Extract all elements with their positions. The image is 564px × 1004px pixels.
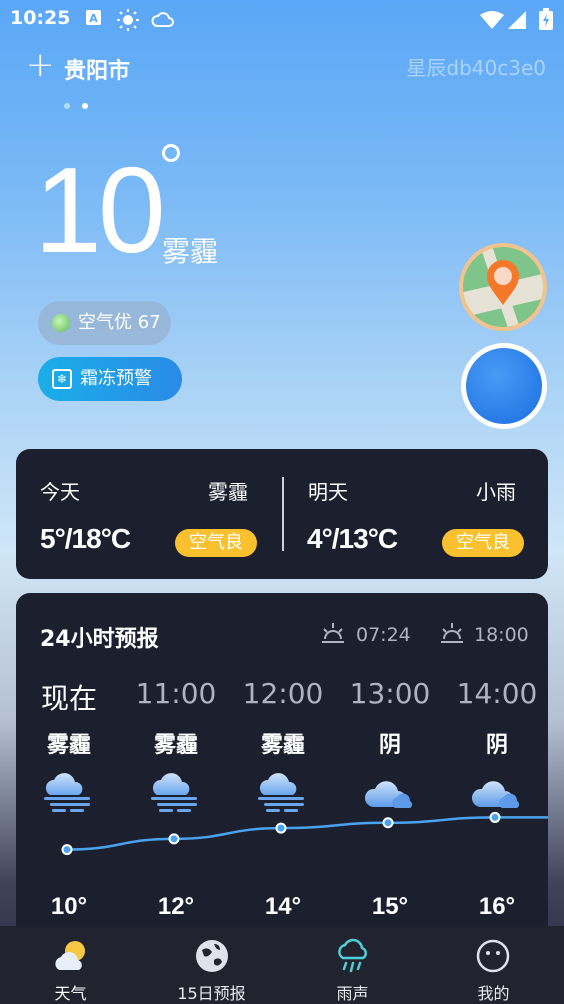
nav-profile-label: 我的	[477, 984, 510, 1003]
sunrise-time: 07:24	[356, 624, 411, 646]
sunrise-icon	[322, 623, 344, 643]
fog-icon	[258, 773, 304, 812]
air-quality-badge[interactable]: 空气优 67	[38, 301, 171, 345]
hour-temperature: 14°	[264, 893, 302, 920]
status-bar: 10:25 A	[0, 0, 564, 40]
hour-condition: 阴	[378, 733, 401, 758]
today-condition: 雾霾	[208, 480, 248, 504]
hour-temperature: 16°	[478, 893, 516, 920]
divider	[282, 477, 284, 551]
hour-label: 13:00	[349, 677, 431, 710]
nav-weather-label: 天气	[54, 984, 87, 1003]
signal-icon	[508, 11, 526, 29]
nav-15day-label: 15日预报	[177, 984, 246, 1003]
header: + 贵阳市 星辰db40c3e0	[0, 44, 564, 94]
cloud-status-icon	[151, 12, 174, 27]
bottom-navigation: 天气 15日预报 雨声 我的	[0, 926, 564, 1004]
hour-label: 11:00	[135, 677, 217, 710]
sun-cloud-icon	[55, 941, 85, 970]
hour-condition: 雾霾	[46, 733, 91, 758]
today-label: 今天	[40, 480, 80, 504]
snowflake-icon: ❄	[52, 369, 72, 389]
notification-a-icon: A	[86, 10, 101, 25]
wifi-icon	[480, 11, 504, 29]
hour-temperature: 15°	[371, 893, 409, 920]
hour-label: 现在	[40, 682, 97, 715]
sun-status-icon	[117, 9, 139, 31]
current-temperature: 10	[34, 142, 166, 278]
cloudy-icon	[472, 781, 520, 808]
nav-rain-sound[interactable]: 雨声	[282, 926, 423, 1004]
hour-label: 12:00	[242, 677, 324, 710]
frost-alert-badge[interactable]: ❄ 霜冻预警	[38, 357, 182, 401]
battery-icon	[539, 8, 553, 30]
svg-text:A: A	[89, 12, 98, 25]
rain-cloud-icon	[338, 938, 368, 973]
current-condition: 雾霾	[162, 235, 219, 268]
degree-symbol	[162, 144, 180, 162]
page-dot	[64, 103, 70, 109]
status-time: 10:25	[10, 7, 71, 29]
fog-icon	[151, 773, 197, 812]
nav-profile[interactable]: 我的	[423, 926, 564, 1004]
temperature-point	[275, 822, 287, 834]
today-range: 5°/18°C	[40, 523, 131, 554]
smiley-icon	[476, 939, 510, 973]
temperature-point	[168, 833, 180, 845]
sunset-time: 18:00	[474, 624, 529, 646]
leaf-icon	[52, 314, 70, 332]
tomorrow-air-badge: 空气良	[442, 529, 524, 557]
tomorrow-condition: 小雨	[476, 480, 516, 504]
hour-condition: 雾霾	[153, 733, 198, 758]
watermark: 星辰db40c3e0	[406, 56, 546, 80]
add-city-button[interactable]: +	[26, 48, 55, 82]
city-name[interactable]: 贵阳市	[64, 53, 130, 85]
map-location-button[interactable]	[459, 243, 547, 331]
globe-icon	[196, 940, 228, 972]
cloudy-icon	[365, 781, 413, 808]
hour-condition: 阴	[485, 733, 508, 758]
air-quality-label: 空气优 67	[78, 312, 161, 333]
temperature-point	[61, 844, 73, 856]
fog-icon	[44, 773, 90, 812]
page-dot-active	[82, 103, 88, 109]
hour-temperature: 12°	[157, 893, 195, 920]
nav-rain-sound-label: 雨声	[336, 984, 369, 1003]
nav-weather[interactable]: 天气	[0, 926, 141, 1004]
sunset-icon	[441, 623, 463, 643]
summary-card: 今天 雾霾 5°/18°C 空气良 明天 小雨 4°/13°C 空气良	[16, 449, 548, 579]
assistant-orb-button[interactable]	[461, 343, 547, 429]
tomorrow-label: 明天	[308, 480, 348, 504]
orb-inner	[466, 348, 542, 424]
today-air-badge: 空气良	[175, 529, 257, 557]
temperature-line	[66, 816, 548, 851]
temperature-point	[382, 817, 394, 829]
tomorrow-range: 4°/13°C	[307, 523, 398, 554]
hourly-title: 24小时预报	[40, 627, 159, 652]
nav-15day[interactable]: 15日预报	[141, 926, 282, 1004]
page-indicator	[64, 94, 100, 113]
hour-temperature: 10°	[50, 893, 88, 920]
hour-condition: 雾霾	[260, 733, 305, 758]
frost-alert-label: 霜冻预警	[80, 368, 152, 389]
hour-label: 14:00	[456, 677, 538, 710]
